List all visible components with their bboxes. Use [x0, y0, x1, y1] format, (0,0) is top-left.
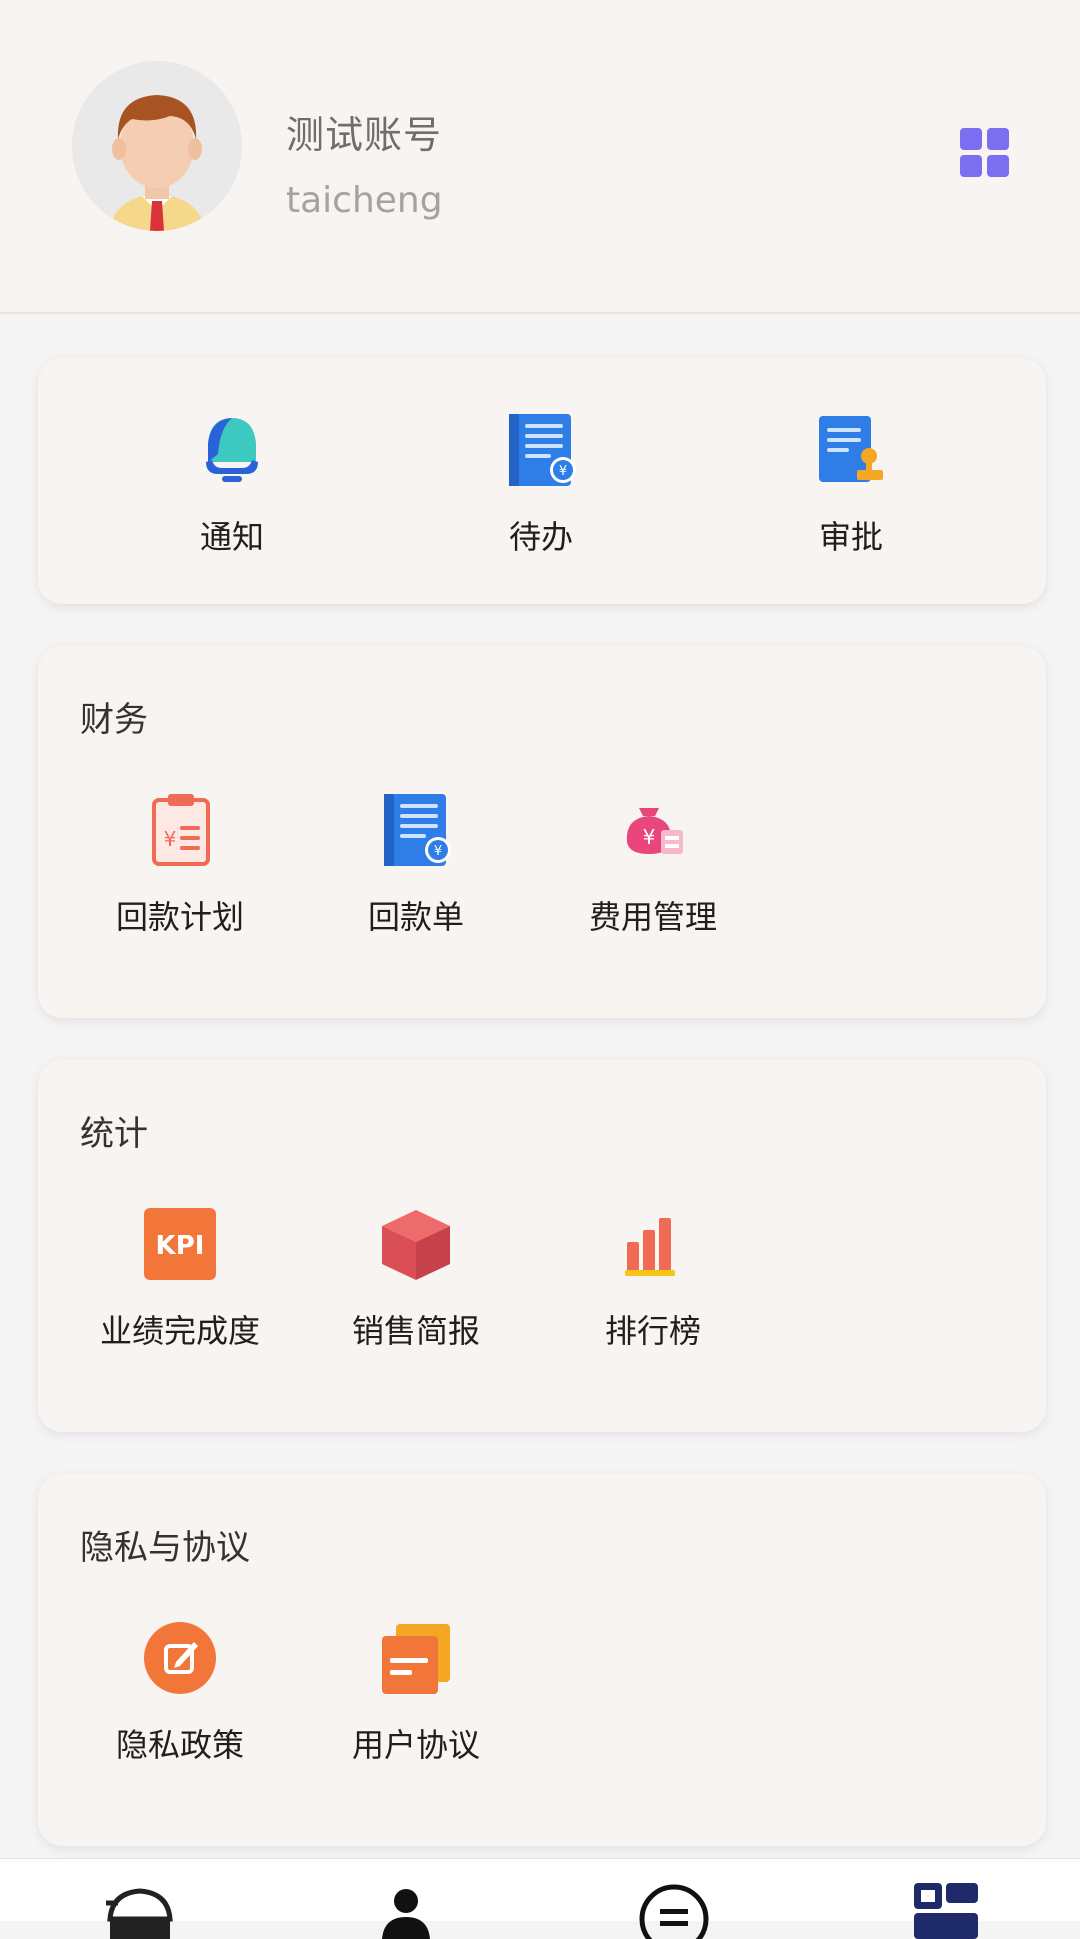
profile-header: 测试账号 taicheng	[0, 0, 1080, 314]
privacy-policy-label: 隐私政策	[115, 1726, 244, 1764]
finance-card: 财务 ¥ 回款计划 ¥ 回款单 ¥ 费用管理	[38, 646, 1046, 1018]
kpi-icon: KPI	[140, 1204, 220, 1284]
notify-label: 通知	[199, 518, 264, 556]
approval-stamp-icon	[811, 410, 891, 490]
svg-text:¥: ¥	[434, 844, 442, 859]
messages-icon	[639, 1884, 709, 1939]
user-name: 测试账号	[286, 113, 443, 157]
user-agreement-icon	[376, 1618, 456, 1698]
privacy-edit-icon	[140, 1618, 220, 1698]
stats-title: 统计	[80, 1114, 148, 1154]
expense-bag-icon: ¥	[613, 790, 693, 870]
privacy-title: 隐私与协议	[80, 1528, 250, 1568]
expense-item[interactable]: ¥ 费用管理	[533, 790, 773, 938]
kpi-item[interactable]: KPI 业绩完成度	[60, 1204, 300, 1352]
tab-contacts[interactable]	[366, 1879, 446, 1939]
bottom-tab-bar	[0, 1858, 1080, 1939]
tab-messages[interactable]	[634, 1879, 714, 1939]
quick-actions-card: 通知 ¥ 待办 审批	[38, 358, 1046, 604]
payment-receipt-icon: ¥	[376, 790, 456, 870]
sales-report-item[interactable]: 销售简报	[296, 1204, 536, 1352]
user-agreement-item[interactable]: 用户协议	[296, 1618, 536, 1766]
tab-workbench[interactable]	[906, 1879, 986, 1939]
payment-receipt-item[interactable]: ¥ 回款单	[296, 790, 536, 938]
approval-item[interactable]: 审批	[731, 410, 971, 558]
avatar[interactable]	[72, 61, 242, 231]
bell-icon	[192, 410, 272, 490]
user-agreement-label: 用户协议	[351, 1726, 480, 1764]
ranking-bars-icon	[613, 1204, 693, 1284]
svg-text:¥: ¥	[164, 827, 177, 851]
payment-plan-icon: ¥	[140, 790, 220, 870]
todo-doc-icon: ¥	[501, 410, 581, 490]
finance-title: 财务	[80, 700, 148, 740]
todo-label: 待办	[508, 518, 573, 556]
todo-item[interactable]: ¥ 待办	[421, 410, 661, 558]
sales-report-label: 销售简报	[351, 1312, 480, 1350]
privacy-policy-item[interactable]: 隐私政策	[60, 1618, 300, 1766]
payment-receipt-label: 回款单	[367, 898, 464, 936]
notify-item[interactable]: 通知	[112, 410, 352, 558]
contacts-icon	[382, 1889, 430, 1939]
workbench-icon	[914, 1883, 978, 1939]
home-icon	[106, 1888, 173, 1939]
privacy-card: 隐私与协议 隐私政策 用户协议	[38, 1474, 1046, 1846]
payment-plan-label: 回款计划	[115, 898, 244, 936]
expense-label: 费用管理	[588, 898, 717, 936]
ranking-item[interactable]: 排行榜	[533, 1204, 773, 1352]
approval-label: 审批	[818, 518, 883, 556]
apps-grid-icon[interactable]	[960, 128, 1010, 178]
user-account: taicheng	[286, 180, 443, 221]
stats-card: 统计 KPI 业绩完成度 销售简报 排行榜	[38, 1060, 1046, 1432]
avatar-icon	[72, 61, 242, 231]
svg-text:¥: ¥	[559, 464, 567, 479]
svg-text:KPI: KPI	[156, 1231, 205, 1261]
tab-home[interactable]	[100, 1879, 180, 1939]
kpi-label: 业绩完成度	[99, 1312, 260, 1350]
ranking-label: 排行榜	[604, 1312, 701, 1350]
svg-text:¥: ¥	[643, 825, 656, 849]
payment-plan-item[interactable]: ¥ 回款计划	[60, 790, 300, 938]
sales-box-icon	[376, 1204, 456, 1284]
